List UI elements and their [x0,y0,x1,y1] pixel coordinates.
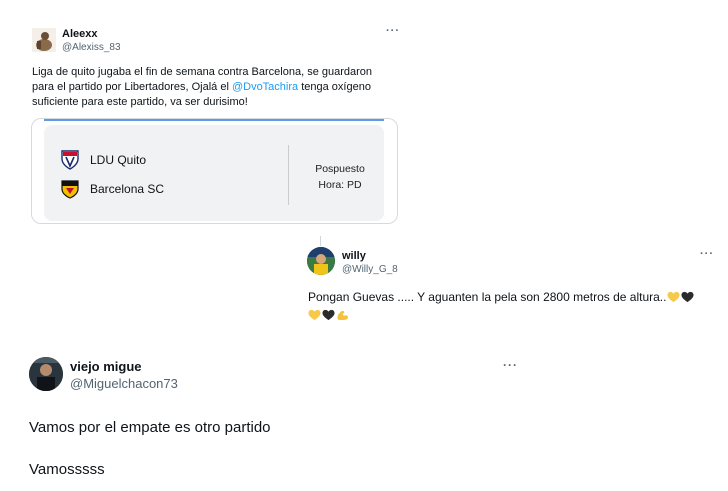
display-name[interactable]: Aleexx [62,28,97,40]
barcelona-sc-crest-icon [61,180,79,199]
tweet-text-segment: para el partido por Libertadores, Ojalá … [32,81,232,93]
more-options-button[interactable]: ··· [700,249,714,260]
user-handle[interactable]: @Willy_G_8 [342,264,398,275]
avatar[interactable] [32,28,56,52]
black-heart-icon [681,291,695,303]
more-options-button[interactable]: ··· [503,359,518,371]
match-card[interactable]: LDU Quito Barcelona SC Pospuesto Hora: P… [31,118,398,224]
tweet-willy[interactable]: willy @Willy_G_8 ··· Pongan Guevas .....… [0,230,728,325]
match-card-body: LDU Quito Barcelona SC Pospuesto Hora: P… [44,125,384,221]
avatar[interactable] [307,247,335,275]
match-status-label: Pospuesto [315,163,365,175]
team-row-away: Barcelona SC [60,178,164,200]
tweet-text-line: Vamos por el empate es otro partido [29,419,271,436]
team-row-home: LDU Quito [60,149,146,171]
mention-link[interactable]: @DvoTachira [232,81,298,93]
display-name[interactable]: willy [342,250,366,262]
home-team-name: LDU Quito [90,153,147,167]
display-name[interactable]: viejo migue [70,359,142,374]
tweet-viejo-migue[interactable]: viejo migue @Miguelchacon73 ··· Vamos po… [0,325,728,488]
match-status: Pospuesto Hora: PD [294,161,386,193]
emoji-row [308,306,694,324]
tweet-text-segment: Pongan Guevas ..... Y aguanten la pela s… [308,290,667,304]
yellow-heart-icon [667,291,681,303]
black-heart-icon [322,309,335,321]
tweet-text-line: para el partido por Libertadores, Ojalá … [32,80,372,95]
flexed-biceps-icon [337,310,348,321]
tweet-text-line: Vamosssss [29,461,105,478]
yellow-heart-icon [308,309,321,321]
tweet-text: Vamos por el empate es otro partido Vamo… [29,407,271,491]
more-options-button[interactable]: ··· [386,26,400,37]
avatar[interactable] [29,357,63,391]
card-accent-bar [44,119,384,121]
user-handle[interactable]: @Miguelchacon73 [70,376,178,391]
tweet-text-segment: tenga oxígeno [298,81,371,93]
card-divider [288,145,289,205]
tweet-text: Pongan Guevas ..... Y aguanten la pela s… [308,288,695,324]
tweet-text-line: suficiente para este partido, va ser dur… [32,96,248,108]
away-team-name: Barcelona SC [90,182,165,196]
ldu-quito-crest-icon [61,150,79,170]
tweet-text-line: Liga de quito jugaba el fin de semana co… [32,66,373,78]
user-handle[interactable]: @Alexiss_83 [62,42,121,53]
tweet-text-line: Pongan Guevas ..... Y aguanten la pela s… [308,288,695,306]
match-time-label: Hora: PD [318,179,362,191]
tweet-text: Liga de quito jugaba el fin de semana co… [32,65,372,110]
